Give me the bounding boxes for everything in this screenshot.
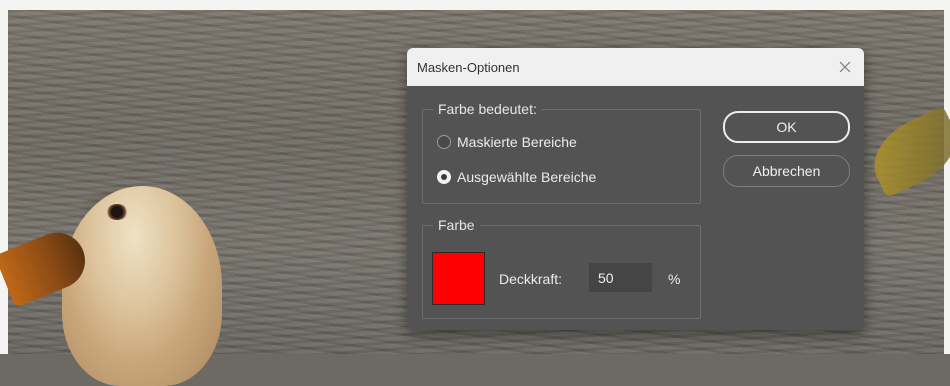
radio-masked-areas-indicator[interactable] — [437, 135, 451, 149]
opacity-field[interactable] — [589, 263, 652, 292]
dialog-title: Masken-Optionen — [417, 60, 520, 75]
radio-masked-areas-label: Maskierte Bereiche — [457, 134, 577, 150]
mask-color-swatch[interactable] — [432, 252, 485, 305]
leaf — [861, 105, 950, 199]
close-icon[interactable] — [835, 57, 855, 77]
radio-selected-areas[interactable]: Ausgewählte Bereiche — [437, 169, 596, 185]
opacity-label: Deckkraft: — [499, 271, 563, 287]
duck-eye — [106, 204, 128, 220]
radio-masked-areas[interactable]: Maskierte Bereiche — [437, 134, 577, 150]
dialog-titlebar: Masken-Optionen — [407, 48, 864, 86]
color-meaning-group: Farbe bedeutet: — [422, 101, 701, 204]
color-meaning-legend: Farbe bedeutet: — [433, 101, 542, 117]
color-group-legend: Farbe — [433, 217, 480, 233]
canvas-border-top — [0, 0, 950, 10]
duck-head — [62, 186, 222, 386]
cancel-button[interactable]: Abbrechen — [723, 155, 850, 187]
ok-button[interactable]: OK — [723, 111, 850, 143]
canvas-border-left — [0, 0, 8, 354]
mask-options-dialog: Masken-Optionen Farbe bedeutet: Maskiert… — [407, 48, 864, 330]
radio-selected-areas-label: Ausgewählte Bereiche — [457, 169, 597, 185]
canvas-border-right — [944, 0, 950, 354]
opacity-unit: % — [668, 271, 681, 287]
radio-selected-areas-indicator[interactable] — [437, 170, 451, 184]
